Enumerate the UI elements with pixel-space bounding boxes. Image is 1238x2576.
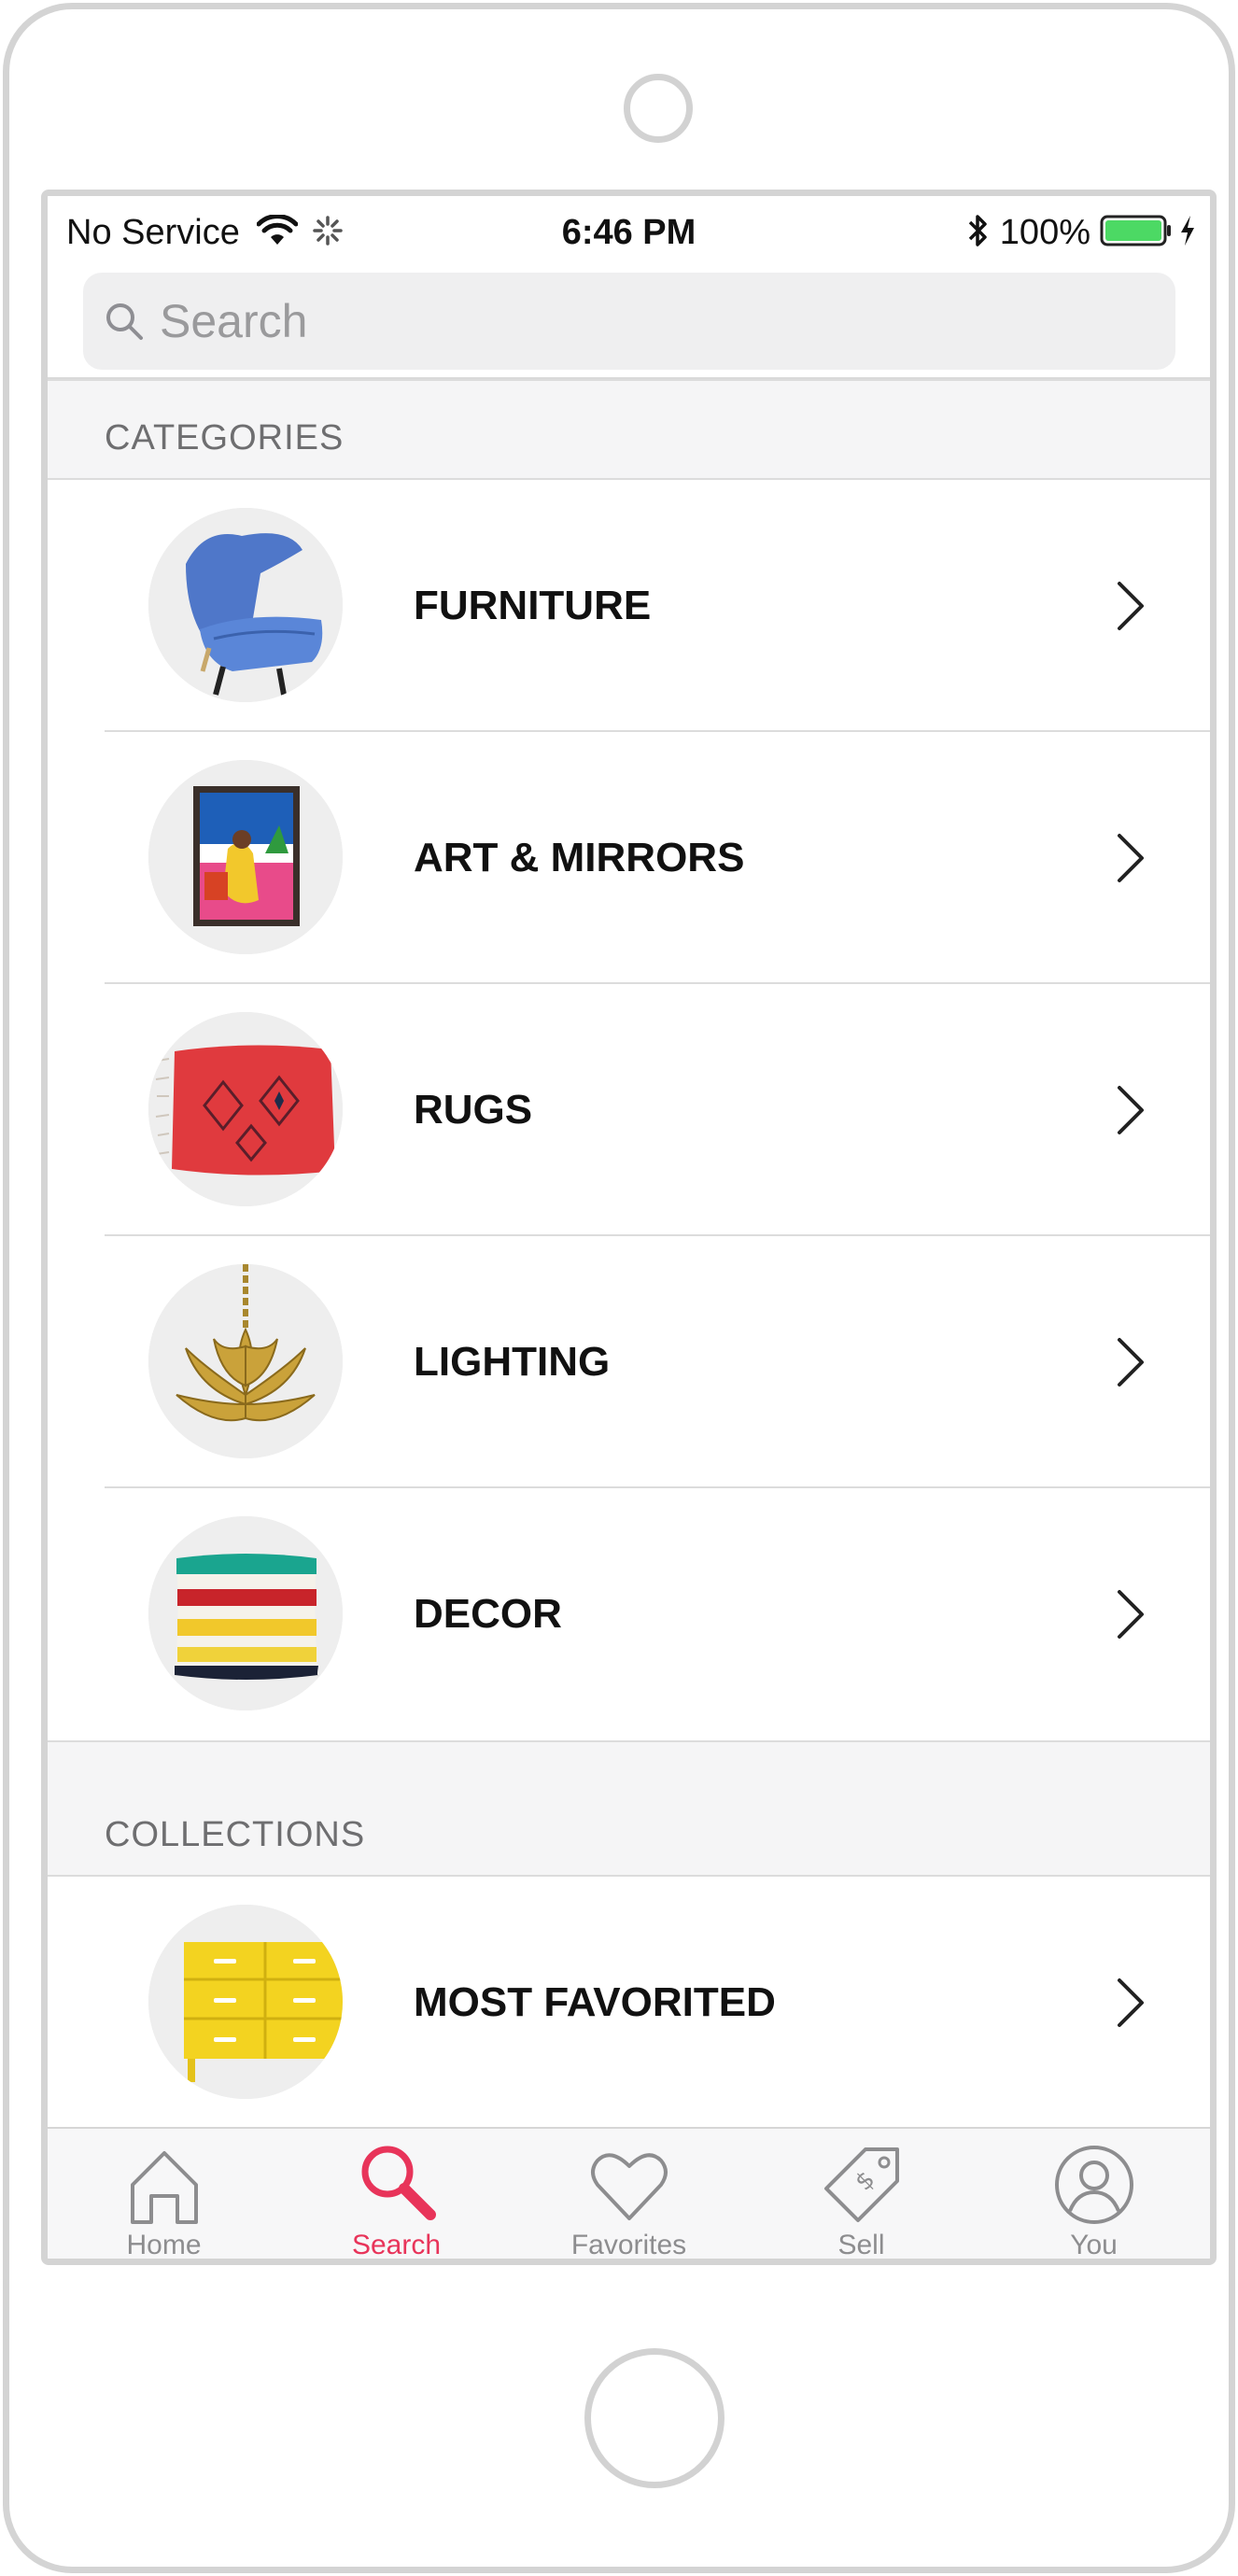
tab-you[interactable]: You <box>978 2129 1210 2260</box>
battery-percent: 100% <box>999 212 1090 252</box>
tab-label: Favorites <box>570 2230 687 2260</box>
category-row-decor[interactable]: DECOR <box>48 1488 1210 1740</box>
tab-sell[interactable]: $ Sell <box>745 2129 978 2260</box>
art-mirrors-thumbnail <box>148 760 343 954</box>
collections-title: COLLECTIONS <box>105 1815 366 1854</box>
chevron-right-icon <box>1118 1086 1144 1134</box>
svg-text:$: $ <box>850 2166 880 2197</box>
collection-row-most-favorited[interactable]: MOST FAVORITED <box>48 1877 1210 2129</box>
chevron-right-icon <box>1118 1978 1144 2027</box>
magnifier-icon <box>361 2146 436 2220</box>
bluetooth-icon <box>966 212 991 254</box>
tab-label: Sell <box>837 2230 885 2260</box>
tab-home[interactable]: Home <box>48 2129 280 2260</box>
category-label: FURNITURE <box>414 583 652 628</box>
collections-header: COLLECTIONS <box>48 1740 1210 1877</box>
battery-icon <box>1100 214 1173 252</box>
category-row-lighting[interactable]: LIGHTING <box>48 1236 1210 1488</box>
search-bar[interactable] <box>83 273 1175 370</box>
categories-header: CATEGORIES <box>48 379 1210 480</box>
status-right: 100% <box>966 213 1197 252</box>
category-row-furniture[interactable]: FURNITURE <box>48 480 1210 732</box>
home-button[interactable] <box>584 2348 725 2488</box>
app-screen: No Service 6:46 PM 100% Search CATEGORIE… <box>41 190 1217 2265</box>
tab-label: Search <box>351 2230 442 2260</box>
tab-label: You <box>1070 2230 1118 2260</box>
lighting-thumbnail <box>148 1264 343 1458</box>
heart-icon <box>590 2153 668 2220</box>
tab-search[interactable]: Search <box>280 2129 513 2260</box>
chevron-right-icon <box>1118 582 1144 630</box>
category-row-rugs[interactable]: RUGS <box>48 984 1210 1236</box>
tab-label: Home <box>126 2230 202 2260</box>
status-bar: No Service 6:46 PM 100% <box>48 196 1210 271</box>
tab-bar: Home Search Favorites $ Sell You <box>48 2127 1210 2260</box>
furniture-thumbnail <box>148 508 343 702</box>
search-input[interactable] <box>160 294 1093 348</box>
user-icon <box>1054 2146 1133 2224</box>
rugs-thumbnail <box>148 1012 343 1206</box>
category-label: DECOR <box>414 1591 562 1637</box>
house-icon <box>130 2151 198 2224</box>
chevron-right-icon <box>1118 834 1144 882</box>
collection-label: MOST FAVORITED <box>414 1979 776 2025</box>
category-label: LIGHTING <box>414 1339 611 1385</box>
search-icon <box>104 301 145 342</box>
tab-favorites[interactable]: Favorites <box>513 2129 745 2260</box>
categories-title: CATEGORIES <box>105 418 345 457</box>
category-label: ART & MIRRORS <box>414 835 745 880</box>
most-favorited-thumbnail <box>148 1905 343 2099</box>
search-area <box>48 271 1210 379</box>
phone-frame: No Service 6:46 PM 100% Search CATEGORIE… <box>3 3 1235 2573</box>
front-camera <box>624 74 693 143</box>
category-label: RUGS <box>414 1087 533 1133</box>
chevron-right-icon <box>1118 1590 1144 1639</box>
category-row-art-mirrors[interactable]: ART & MIRRORS <box>48 732 1210 984</box>
decor-thumbnail <box>148 1516 343 1710</box>
price-tag-icon: $ <box>823 2147 899 2222</box>
charging-bolt-icon <box>1178 214 1197 252</box>
chevron-right-icon <box>1118 1338 1144 1387</box>
